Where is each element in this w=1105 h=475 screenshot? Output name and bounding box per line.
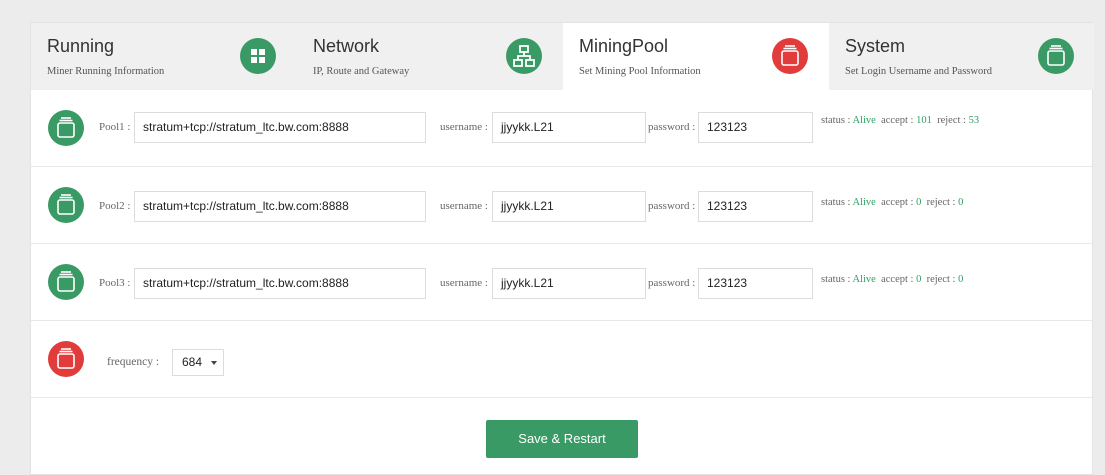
accept-label: accept : — [881, 115, 914, 126]
tab-title: MiningPool — [579, 36, 669, 56]
password-label: password : — [648, 121, 696, 133]
password-input[interactable]: 123123 — [698, 268, 813, 299]
accept-label: accept : — [881, 197, 914, 208]
status-value: Alive — [852, 197, 876, 208]
reject-value: 53 — [968, 115, 980, 126]
password-input[interactable]: 123123 — [698, 191, 813, 222]
pool-row-2: Pool2 : stratum+tcp://stratum_ltc.bw.com… — [31, 167, 1094, 244]
frequency-select[interactable]: 684 — [172, 349, 224, 376]
tab-title: System — [845, 36, 906, 56]
status-value: Alive — [852, 115, 876, 126]
status-label: status : — [821, 274, 851, 285]
pool-url-input[interactable]: stratum+tcp://stratum_ltc.bw.com:8888 — [134, 112, 426, 143]
pool-label: Pool2 : — [99, 200, 131, 212]
username-label: username : — [440, 277, 488, 289]
pool-url-input[interactable]: stratum+tcp://stratum_ltc.bw.com:8888 — [134, 191, 426, 222]
pool-label: Pool1 : — [99, 121, 131, 133]
tab-title: Running — [47, 36, 115, 56]
caret-down-icon — [211, 361, 217, 365]
status-label: status : — [821, 115, 851, 126]
status-label: status : — [821, 197, 851, 208]
stack-icon — [48, 110, 84, 146]
tab-system[interactable]: System Set Login Username and Password — [829, 23, 1094, 90]
pool-label: Pool3 : — [99, 277, 131, 289]
pool-row-1: Pool1 : stratum+tcp://stratum_ltc.bw.com… — [31, 90, 1094, 167]
username-input[interactable]: jjyykk.L21 — [492, 112, 646, 143]
tab-bar: Running Miner Running Information Networ… — [31, 23, 1094, 90]
username-input[interactable]: jjyykk.L21 — [492, 268, 646, 299]
frequency-value: 684 — [182, 355, 203, 369]
password-label: password : — [648, 200, 696, 212]
tab-subtitle: Set Login Username and Password — [845, 66, 992, 77]
pool-status: status : Alive accept : 0 reject : 0 — [821, 274, 963, 285]
reject-value: 0 — [958, 274, 964, 285]
stack-icon — [772, 38, 808, 74]
tab-running[interactable]: Running Miner Running Information — [31, 23, 297, 90]
save-restart-button[interactable]: Save & Restart — [486, 420, 638, 458]
app-frame: Running Miner Running Information Networ… — [30, 22, 1094, 475]
tab-subtitle: Miner Running Information — [47, 66, 165, 77]
reject-label: reject : — [937, 115, 966, 126]
stack-icon — [48, 187, 84, 223]
stack-icon — [1038, 38, 1074, 74]
reject-label: reject : — [926, 197, 956, 208]
grid-icon — [240, 38, 276, 74]
pool-url-input[interactable]: stratum+tcp://stratum_ltc.bw.com:8888 — [134, 268, 426, 299]
frequency-label: frequency : — [107, 356, 160, 368]
tab-miningpool[interactable]: MiningPool Set Mining Pool Information — [563, 23, 829, 90]
password-label: password : — [648, 277, 696, 289]
status-value: Alive — [852, 274, 876, 285]
tab-subtitle: IP, Route and Gateway — [313, 66, 410, 77]
tab-subtitle: Set Mining Pool Information — [579, 66, 701, 77]
frequency-row: frequency : 684 — [31, 321, 1094, 398]
pool-status: status : Alive accept : 0 reject : 0 — [821, 197, 963, 208]
accept-value: 101 — [916, 115, 932, 126]
tab-network[interactable]: Network IP, Route and Gateway — [297, 23, 563, 90]
stack-icon — [48, 264, 84, 300]
pool-row-3: Pool3 : stratum+tcp://stratum_ltc.bw.com… — [31, 244, 1094, 321]
network-icon — [506, 38, 542, 74]
pool-status: status : Alive accept : 101 reject : 53 — [821, 115, 979, 126]
username-label: username : — [440, 200, 488, 212]
accept-value: 0 — [916, 274, 922, 285]
accept-label: accept : — [881, 274, 914, 285]
accept-value: 0 — [916, 197, 922, 208]
stack-icon — [48, 341, 84, 377]
reject-value: 0 — [958, 197, 964, 208]
username-input[interactable]: jjyykk.L21 — [492, 191, 646, 222]
reject-label: reject : — [926, 274, 956, 285]
username-label: username : — [440, 121, 488, 133]
tab-title: Network — [313, 36, 380, 56]
password-input[interactable]: 123123 — [698, 112, 813, 143]
